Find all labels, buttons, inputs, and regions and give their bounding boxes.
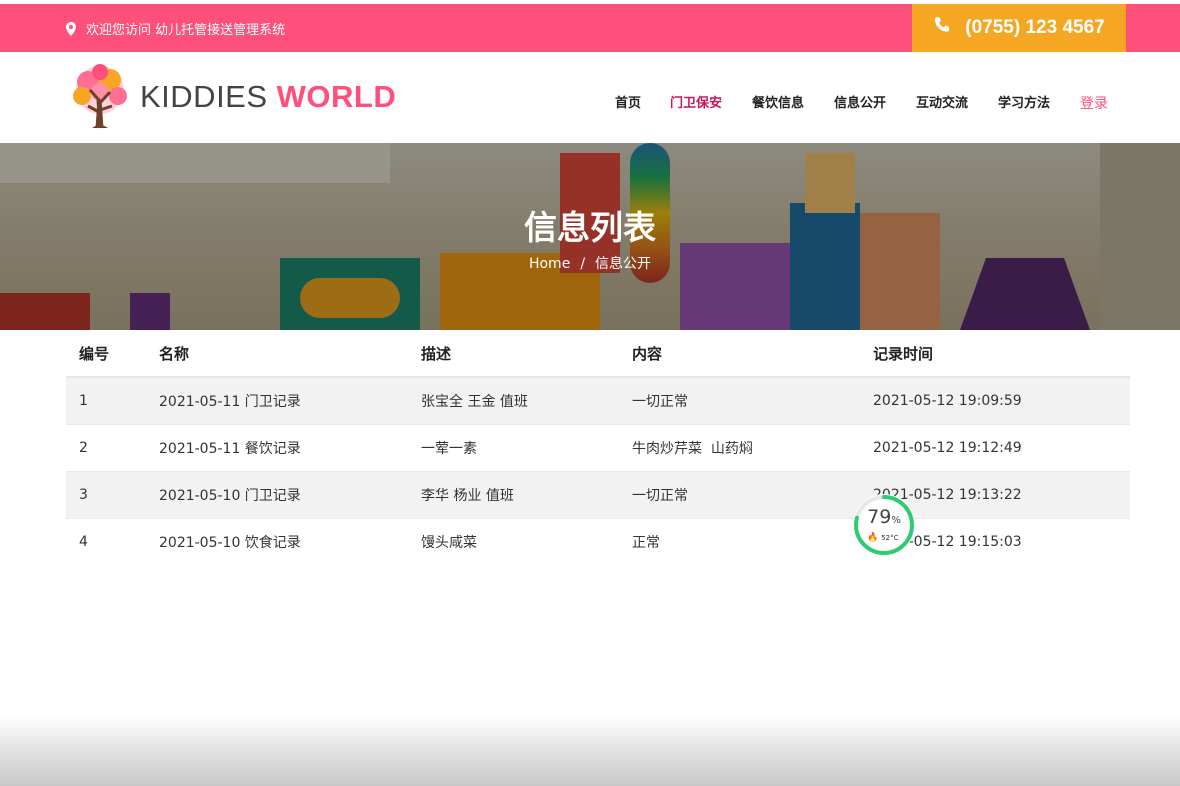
cell-record-time: 2021-05-12 19:12:49 [860,423,1130,471]
cell-id: 3 [66,470,146,518]
cell-description: 馒头咸菜 [408,517,619,565]
column-header-description: 描述 [408,330,619,378]
info-table-container: 编号 名称 描述 内容 记录时间 1 2021-05-11 门卫记录 张宝全 王… [66,330,1130,565]
cell-description: 李华 杨业 值班 [408,470,619,518]
nav-item-learning[interactable]: 学习方法 [998,92,1050,111]
temperature-value: 52°C [881,534,899,542]
welcome-text: 欢迎您访问 幼儿托管接送管理系统 [86,23,286,38]
map-pin-icon [66,21,76,36]
breadcrumb-current: 信息公开 [595,256,652,272]
table-row[interactable]: 1 2021-05-11 门卫记录 张宝全 王金 值班 一切正常 2021-05… [66,376,1130,424]
phone-icon [933,16,951,40]
phone-contact[interactable]: (0755) 123 4567 [912,4,1126,52]
gauge-temperature: 🔥 52°C [867,533,899,543]
bottom-fade [0,716,1180,786]
cell-content: 一切正常 [619,470,860,518]
cell-id: 2 [66,423,146,471]
welcome-message: 欢迎您访问 幼儿托管接送管理系统 [66,19,285,38]
table-row[interactable]: 2 2021-05-11 餐饮记录 一荤一素 牛肉炒芹菜 山药焖 2021-05… [66,423,1130,471]
nav-item-public-info[interactable]: 信息公开 [834,92,886,111]
cell-content: 正常 [619,517,860,565]
breadcrumb: Home / 信息公开 [0,253,1180,273]
column-header-name: 名称 [146,330,408,378]
site-header: KIDDIES WORLD 首页 门卫保安 餐饮信息 信息公开 互动交流 学习方… [0,52,1180,143]
usage-gauge-widget[interactable]: 79% 🔥 52°C [853,494,915,556]
breadcrumb-separator: / [580,256,586,272]
page-banner: 信息列表 Home / 信息公开 [0,143,1180,330]
breadcrumb-home-link[interactable]: Home [529,256,570,272]
nav-item-catering[interactable]: 餐饮信息 [752,92,804,111]
login-link[interactable]: 登录 [1080,93,1108,113]
column-header-id: 编号 [66,330,146,378]
gauge-value: 79% [853,506,915,528]
flame-icon: 🔥 [867,533,879,543]
column-header-content: 内容 [619,330,860,378]
cell-id: 1 [66,376,146,424]
main-nav: 首页 门卫保安 餐饮信息 信息公开 互动交流 学习方法 登录 [0,92,1180,112]
page-title: 信息列表 [524,208,656,247]
table-header-row: 编号 名称 描述 内容 记录时间 [66,330,1130,378]
nav-item-security[interactable]: 门卫保安 [670,92,722,111]
cell-description: 张宝全 王金 值班 [408,376,619,424]
table-row[interactable]: 4 2021-05-10 饮食记录 馒头咸菜 正常 2021-05-12 19:… [66,517,1130,565]
cell-record-time: 2021-05-12 19:09:59 [860,376,1130,424]
table-row[interactable]: 3 2021-05-10 门卫记录 李华 杨业 值班 一切正常 2021-05-… [66,470,1130,518]
cell-name: 2021-05-10 门卫记录 [146,470,408,518]
gauge-percent: 79 [867,506,892,528]
cell-description: 一荤一素 [408,423,619,471]
column-header-record-time: 记录时间 [860,330,1130,378]
cell-name: 2021-05-10 饮食记录 [146,517,408,565]
cell-name: 2021-05-11 门卫记录 [146,376,408,424]
cell-name: 2021-05-11 餐饮记录 [146,423,408,471]
gauge-unit: % [891,515,901,526]
info-table: 编号 名称 描述 内容 记录时间 1 2021-05-11 门卫记录 张宝全 王… [66,330,1130,565]
top-bar: 欢迎您访问 幼儿托管接送管理系统 (0755) 123 4567 [0,4,1180,52]
cell-content: 一切正常 [619,376,860,424]
phone-number: (0755) 123 4567 [965,17,1105,38]
nav-item-interaction[interactable]: 互动交流 [916,92,968,111]
cell-id: 4 [66,517,146,565]
cell-content: 牛肉炒芹菜 山药焖 [619,423,860,471]
nav-item-home[interactable]: 首页 [615,92,641,111]
